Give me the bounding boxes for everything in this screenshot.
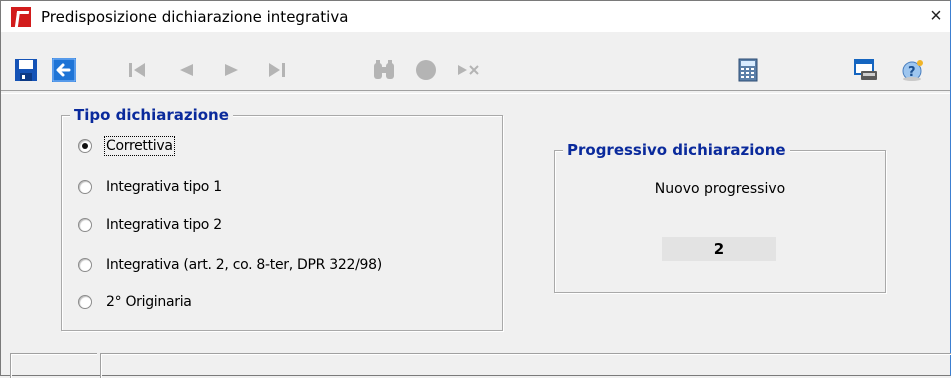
radio-label: Integrativa tipo 1 [106,179,222,195]
toolbar: ? [1,32,950,90]
radio-label: Integrativa tipo 2 [106,217,222,233]
save-icon[interactable] [13,57,39,83]
radio-2-originaria[interactable]: 2° Originaria [78,292,192,312]
tipo-dichiarazione-group: Tipo dichiarazione Correttiva Integrativ… [61,106,503,331]
app-logo-icon [11,7,31,27]
previous-record-icon[interactable] [173,57,199,83]
progressivo-dichiarazione-legend: Progressivo dichiarazione [563,141,790,159]
next-record-icon[interactable] [219,57,245,83]
radio-button[interactable] [78,180,92,194]
print-preview-icon[interactable] [853,57,879,83]
window-title: Predisposizione dichiarazione integrativ… [41,8,349,26]
title-bar: Predisposizione dichiarazione integrativ… [1,1,950,32]
radio-integrativa-tipo-2[interactable]: Integrativa tipo 2 [78,215,222,235]
radio-button[interactable] [78,295,92,309]
first-record-icon[interactable] [125,57,151,83]
progressivo-value: 2 [662,237,776,261]
radio-button[interactable] [78,258,92,272]
toolbar-divider [1,90,950,94]
delete-record-icon[interactable] [455,57,481,83]
progressivo-dichiarazione-group: Progressivo dichiarazione Nuovo progress… [554,141,886,293]
calculator-icon[interactable] [735,57,761,83]
radio-integrativa-art-2[interactable]: Integrativa (art. 2, co. 8-ter, DPR 322/… [78,255,382,275]
radio-correttiva[interactable]: Correttiva [78,136,175,156]
radio-label: 2° Originaria [106,294,192,310]
radio-integrativa-tipo-1[interactable]: Integrativa tipo 1 [78,177,222,197]
radio-button-checked[interactable] [78,139,92,153]
help-icon[interactable]: ? [899,57,925,83]
back-arrow-icon[interactable] [51,57,77,83]
status-pane-left [10,353,97,378]
radio-label: Correttiva [104,136,175,156]
record-circle-icon[interactable] [413,57,439,83]
svg-text:?: ? [908,65,916,80]
binoculars-icon[interactable] [371,57,397,83]
radio-label: Integrativa (art. 2, co. 8-ter, DPR 322/… [106,257,382,273]
close-button[interactable]: × [922,1,950,32]
last-record-icon[interactable] [263,57,289,83]
status-pane-main [100,353,951,378]
nuovo-progressivo-label: Nuovo progressivo [654,181,786,197]
radio-button[interactable] [78,218,92,232]
dialog-window: Predisposizione dichiarazione integrativ… [0,0,951,378]
tipo-dichiarazione-legend: Tipo dichiarazione [70,106,233,124]
status-bar [1,351,951,378]
